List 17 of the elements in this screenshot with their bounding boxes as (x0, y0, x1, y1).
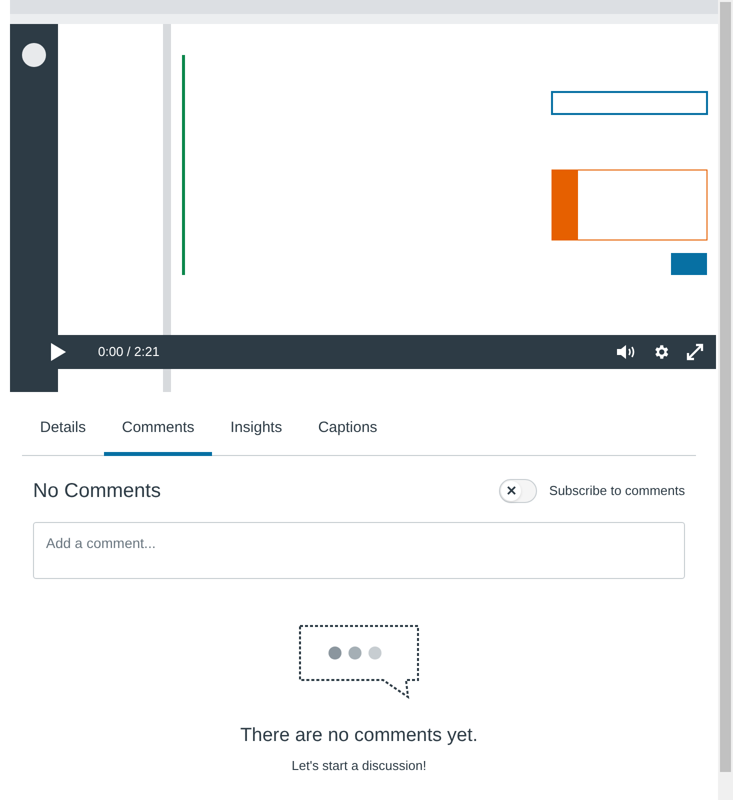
tab[interactable]: Insights (212, 415, 300, 456)
comments-heading: No Comments (33, 478, 161, 504)
speech-bubble-icon (298, 624, 420, 700)
subscribe-label: Subscribe to comments (549, 482, 685, 500)
scrollbar[interactable] (718, 0, 733, 800)
volume-icon[interactable] (616, 344, 636, 360)
tab[interactable]: Captions (300, 415, 396, 456)
close-icon (506, 486, 516, 495)
subscribe-toggle[interactable] (499, 478, 538, 502)
empty-title: There are no comments yet. (240, 724, 478, 748)
comment-field[interactable]: Add a comment... (33, 522, 685, 578)
time-display: 0:00 / 2:21 (98, 343, 160, 362)
tab[interactable]: Comments (104, 415, 212, 456)
tab[interactable]: Details (22, 415, 104, 456)
play-icon[interactable] (50, 343, 66, 361)
fullscreen-icon[interactable] (686, 343, 704, 361)
empty-subtitle: Let's start a discussion! (292, 757, 426, 775)
